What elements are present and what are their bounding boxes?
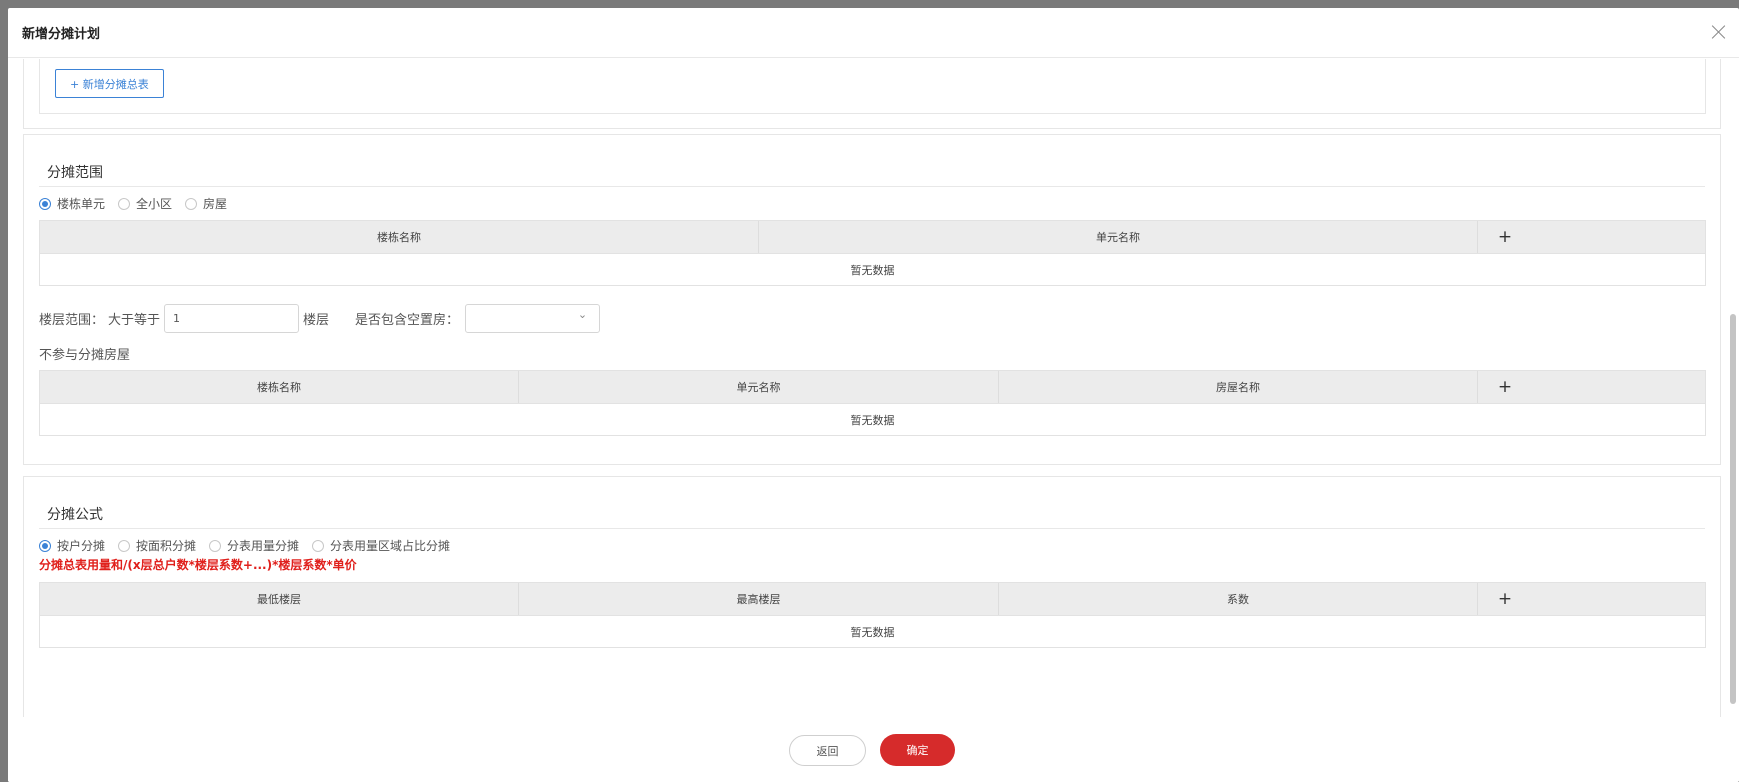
radio-house[interactable]: 房屋 — [185, 195, 227, 212]
column-header: 楼栋名称 — [40, 221, 759, 253]
column-header: 房屋名称 — [999, 371, 1478, 403]
column-header: 最低楼层 — [40, 583, 519, 615]
empty-state: 暂无数据 — [850, 263, 895, 277]
column-header: 系数 — [999, 583, 1478, 615]
radio-unchecked-icon — [209, 539, 222, 552]
formula-radio-group: 按户分摊 按面积分摊 分表用量分摊 分表用量区域占比分摊 — [39, 537, 463, 554]
formula-section-title: 分摊公式 — [47, 507, 103, 523]
column-header: 最高楼层 — [519, 583, 999, 615]
dialog-body[interactable]: + 新增分摊总表 分摊范围 楼栋单元 全小区 房屋 楼栋名称 单元名称 + 暂无… — [8, 59, 1739, 717]
radio-label: 分表用量分摊 — [227, 539, 300, 553]
floor-coefficient-table: 最低楼层 最高楼层 系数 + 暂无数据 — [39, 582, 1706, 648]
radio-unchecked-icon — [118, 197, 131, 210]
floor-min-input[interactable]: 1 — [164, 304, 300, 333]
summary-table-area: + 新增分摊总表 — [39, 59, 1706, 114]
close-icon[interactable] — [1711, 24, 1727, 40]
building-unit-table: 楼栋名称 单元名称 + 暂无数据 — [39, 220, 1706, 286]
column-header: 楼栋名称 — [40, 371, 519, 403]
empty-state: 暂无数据 — [850, 413, 895, 427]
dialog-title: 新增分摊计划 — [22, 27, 101, 42]
floor-gte-label: 大于等于 — [108, 313, 161, 328]
allocation-formula-card: 分摊公式 按户分摊 按面积分摊 分表用量分摊 分表用量区域占比分摊 分摊总表用量… — [23, 476, 1721, 717]
radio-checked-icon — [39, 539, 51, 552]
chevron-down-icon: ⌄ — [577, 308, 588, 321]
column-header: 单元名称 — [759, 221, 1478, 253]
radio-label: 按面积分摊 — [136, 539, 197, 553]
vertical-scrollbar[interactable] — [1730, 314, 1736, 704]
empty-state: 暂无数据 — [850, 625, 895, 639]
divider — [39, 186, 1705, 187]
table-header: 最低楼层 最高楼层 系数 + — [40, 583, 1705, 616]
radio-whole-community[interactable]: 全小区 — [118, 195, 172, 212]
vacant-select[interactable]: ⌄ — [465, 304, 601, 333]
plus-icon[interactable]: + — [1478, 371, 1532, 403]
plus-icon[interactable]: + — [1478, 221, 1532, 253]
scope-section-title: 分摊范围 — [47, 165, 103, 181]
radio-label: 全小区 — [136, 197, 173, 211]
back-button[interactable]: 返回 — [789, 735, 866, 766]
radio-unchecked-icon — [185, 197, 198, 210]
radio-unchecked-icon — [312, 539, 325, 552]
floor-range-label: 楼层范围： — [39, 313, 105, 328]
vacant-label: 是否包含空置房： — [355, 313, 460, 328]
radio-label: 房屋 — [203, 197, 228, 211]
dialog-header: 新增分摊计划 — [8, 8, 1739, 58]
radio-label: 楼栋单元 — [57, 197, 106, 211]
radio-by-submeter-area-ratio[interactable]: 分表用量区域占比分摊 — [312, 537, 450, 554]
radio-by-household[interactable]: 按户分摊 — [39, 537, 105, 554]
radio-by-submeter-usage[interactable]: 分表用量分摊 — [209, 537, 299, 554]
plus-icon[interactable]: + — [1478, 583, 1532, 615]
scope-radio-group: 楼栋单元 全小区 房屋 — [39, 195, 240, 212]
radio-label: 按户分摊 — [57, 539, 106, 553]
allocation-scope-card: 分摊范围 楼栋单元 全小区 房屋 楼栋名称 单元名称 + 暂无数据 楼层范围： … — [23, 134, 1721, 465]
table-header: 楼栋名称 单元名称 + — [40, 221, 1705, 254]
add-summary-table-button[interactable]: + 新增分摊总表 — [55, 69, 164, 98]
excluded-houses-label: 不参与分摊房屋 — [39, 348, 131, 363]
confirm-button[interactable]: 确定 — [880, 734, 955, 766]
radio-unchecked-icon — [118, 539, 131, 552]
floor-unit-label: 楼层 — [303, 313, 330, 328]
divider — [39, 528, 1705, 529]
excluded-houses-table: 楼栋名称 单元名称 房屋名称 + 暂无数据 — [39, 370, 1706, 436]
column-header: 单元名称 — [519, 371, 999, 403]
radio-checked-icon — [39, 197, 51, 210]
floor-range-row: 楼层范围： 大于等于 1 楼层 是否包含空置房： ⌄ — [39, 304, 601, 333]
radio-label: 分表用量区域占比分摊 — [330, 539, 451, 553]
formula-expression: 分摊总表用量和/(x层总户数*楼层系数+...)*楼层系数*单价 — [39, 558, 357, 572]
summary-card: + 新增分摊总表 — [23, 59, 1721, 129]
radio-by-area[interactable]: 按面积分摊 — [118, 537, 196, 554]
table-header: 楼栋名称 单元名称 房屋名称 + — [40, 371, 1705, 404]
add-allocation-plan-dialog: 新增分摊计划 + 新增分摊总表 分摊范围 楼栋单元 全小区 房屋 楼栋名称 单元… — [8, 8, 1739, 782]
radio-building-unit[interactable]: 楼栋单元 — [39, 195, 105, 212]
dialog-footer: 返回 确定 — [8, 717, 1739, 782]
